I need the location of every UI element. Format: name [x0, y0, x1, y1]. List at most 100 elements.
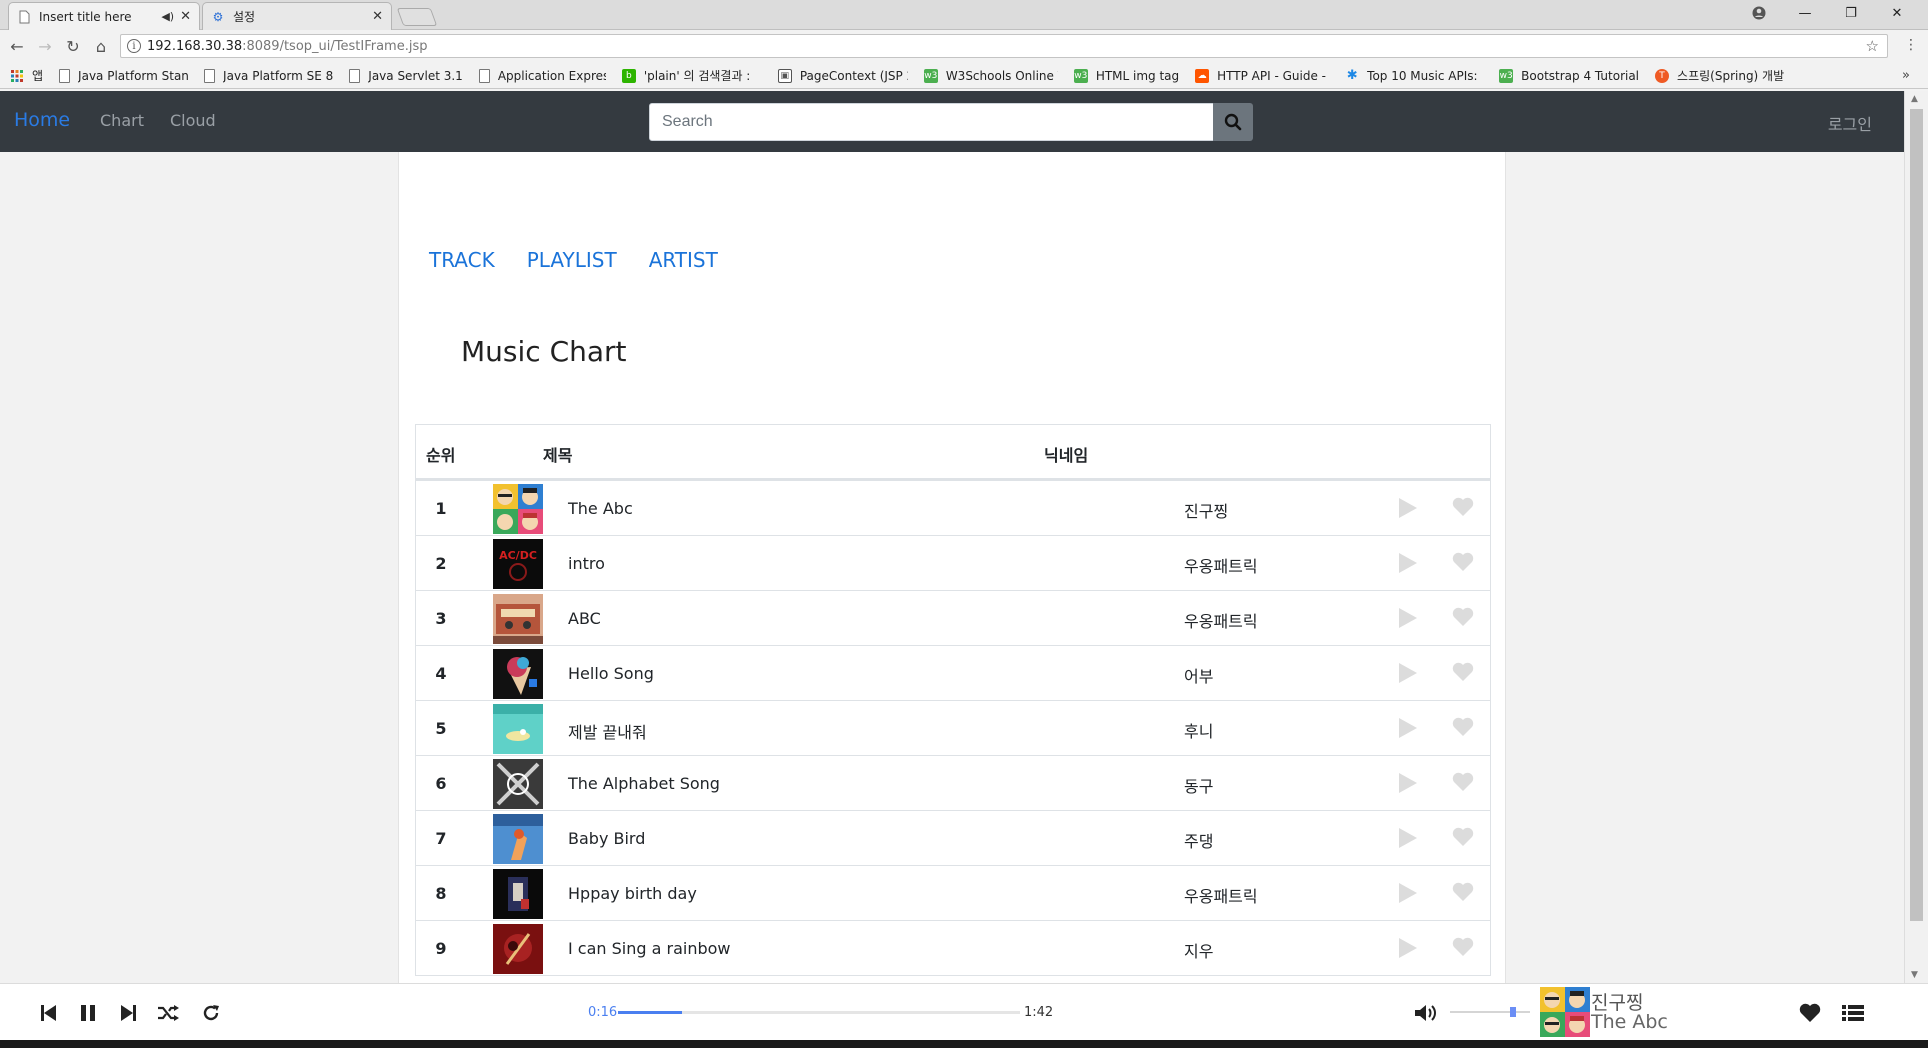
- profile-icon[interactable]: [1736, 0, 1782, 26]
- progress-bar[interactable]: [618, 1011, 1020, 1014]
- page-scrollbar[interactable]: ▲ ▼: [1904, 91, 1928, 983]
- heart-icon[interactable]: [1452, 937, 1474, 961]
- previous-track-button[interactable]: [36, 1000, 62, 1026]
- back-arrow-icon[interactable]: ←: [6, 35, 28, 57]
- track-nickname[interactable]: 우옹패트릭: [1184, 883, 1258, 907]
- track-title[interactable]: intro: [568, 554, 605, 573]
- reload-icon[interactable]: ↻: [62, 35, 84, 57]
- forward-arrow-icon[interactable]: →: [34, 35, 56, 57]
- album-cover-image[interactable]: [493, 704, 543, 754]
- nav-cloud-link[interactable]: Cloud: [170, 111, 216, 130]
- volume-knob[interactable]: [1510, 1007, 1516, 1017]
- play-icon[interactable]: [1399, 828, 1417, 848]
- bookmark-item[interactable]: w3 Bootstrap 4 Tutorial: [1499, 68, 1639, 83]
- album-cover-image[interactable]: [493, 594, 543, 644]
- address-bar[interactable]: i 192.168.30.38:8089/tsop_ui/TestIFrame.…: [120, 34, 1888, 58]
- track-title[interactable]: Hppay birth day: [568, 884, 697, 903]
- nav-chart-link[interactable]: Chart: [100, 111, 144, 130]
- track-title[interactable]: Baby Bird: [568, 829, 645, 848]
- window-close-icon[interactable]: ✕: [1874, 0, 1920, 26]
- playlist-button[interactable]: [1840, 1000, 1866, 1026]
- tab-track[interactable]: TRACK: [429, 248, 495, 272]
- album-cover-image[interactable]: [493, 649, 543, 699]
- table-row[interactable]: 2 AC/DC intro 우옹패트릭: [416, 535, 1490, 590]
- volume-slider[interactable]: [1450, 1007, 1530, 1017]
- play-icon[interactable]: [1399, 718, 1417, 738]
- repeat-button[interactable]: [198, 1000, 224, 1026]
- heart-icon[interactable]: [1452, 827, 1474, 851]
- bookmark-item[interactable]: Java Platform Stand: [59, 68, 188, 83]
- play-icon[interactable]: [1399, 663, 1417, 683]
- play-icon[interactable]: [1399, 608, 1417, 628]
- track-title[interactable]: I can Sing a rainbow: [568, 939, 731, 958]
- scroll-down-icon[interactable]: ▼: [1911, 970, 1918, 980]
- tab-artist[interactable]: ARTIST: [649, 248, 718, 272]
- track-title[interactable]: 제발 끝내줘: [568, 719, 647, 743]
- bookmark-star-icon[interactable]: ☆: [1866, 37, 1879, 55]
- heart-icon[interactable]: [1452, 607, 1474, 631]
- track-nickname[interactable]: 진구찡: [1184, 498, 1228, 522]
- now-playing-cover[interactable]: [1540, 987, 1590, 1037]
- restore-icon[interactable]: ❐: [1828, 0, 1874, 26]
- track-title[interactable]: The Abc: [568, 499, 633, 518]
- bookmark-item[interactable]: ☁ HTTP API - Guide -: [1195, 68, 1329, 83]
- track-nickname[interactable]: 우옹패트릭: [1184, 553, 1258, 577]
- table-row[interactable]: 8 Hppay birth day 우옹패트릭: [416, 865, 1490, 920]
- browser-menu-icon[interactable]: ⋮: [1904, 37, 1918, 53]
- track-nickname[interactable]: 후니: [1184, 718, 1213, 742]
- next-track-button[interactable]: [115, 1000, 141, 1026]
- table-row[interactable]: 5 제발 끝내줘 후니: [416, 700, 1490, 755]
- search-button[interactable]: [1213, 103, 1253, 141]
- bookmark-item[interactable]: Application Express: [478, 68, 606, 83]
- pause-button[interactable]: [75, 1000, 101, 1026]
- browser-tab-settings[interactable]: ⚙ 설정 ✕: [202, 2, 392, 30]
- minimize-icon[interactable]: —: [1782, 0, 1828, 26]
- close-icon[interactable]: ✕: [372, 9, 383, 24]
- browser-tab-active[interactable]: Insert title here ◀) ✕: [8, 2, 200, 30]
- album-cover-image[interactable]: [493, 869, 543, 919]
- audio-playing-icon[interactable]: ◀): [161, 10, 174, 23]
- album-cover-image[interactable]: AC/DC: [493, 539, 543, 589]
- play-icon[interactable]: [1399, 773, 1417, 793]
- close-icon[interactable]: ✕: [180, 9, 191, 24]
- heart-icon[interactable]: [1452, 772, 1474, 796]
- track-nickname[interactable]: 어부: [1184, 663, 1213, 687]
- bookmark-apps[interactable]: 앱: [10, 67, 43, 84]
- like-button[interactable]: [1797, 1000, 1823, 1026]
- track-nickname[interactable]: 주댕: [1184, 828, 1213, 852]
- bookmark-item[interactable]: Java Servlet 3.1: [349, 68, 463, 83]
- table-row[interactable]: 6 The Alphabet Song 동구: [416, 755, 1490, 810]
- bookmark-item[interactable]: T 스프링(Spring) 개발: [1655, 67, 1784, 84]
- table-row[interactable]: 9 I can Sing a rainbow 지우: [416, 920, 1490, 975]
- shuffle-button[interactable]: [155, 1000, 181, 1026]
- info-icon[interactable]: i: [127, 39, 141, 53]
- login-link[interactable]: 로그인: [1828, 111, 1872, 135]
- play-icon[interactable]: [1399, 883, 1417, 903]
- heart-icon[interactable]: [1452, 717, 1474, 741]
- track-nickname[interactable]: 지우: [1184, 938, 1213, 962]
- scrollbar-thumb[interactable]: [1910, 109, 1923, 921]
- album-cover-image[interactable]: [493, 759, 543, 809]
- track-title[interactable]: ABC: [568, 609, 601, 628]
- heart-icon[interactable]: [1452, 882, 1474, 906]
- volume-button[interactable]: [1413, 1000, 1439, 1026]
- table-row[interactable]: 1 The Abc 진구찡: [416, 480, 1490, 535]
- play-icon[interactable]: [1399, 498, 1417, 518]
- bookmark-item[interactable]: b 'plain' 의 검색결과 :: [621, 67, 762, 84]
- album-cover-image[interactable]: [493, 484, 543, 534]
- nav-home-link[interactable]: Home: [14, 109, 70, 131]
- track-nickname[interactable]: 우옹패트릭: [1184, 608, 1258, 632]
- heart-icon[interactable]: [1452, 497, 1474, 521]
- tab-playlist[interactable]: PLAYLIST: [527, 248, 617, 272]
- table-row[interactable]: 7 Baby Bird 주댕: [416, 810, 1490, 865]
- bookmark-item[interactable]: ▣ PageContext (JSP 2.: [777, 68, 908, 83]
- play-icon[interactable]: [1399, 938, 1417, 958]
- album-cover-image[interactable]: [493, 814, 543, 864]
- bookmark-item[interactable]: Java Platform SE 8: [204, 68, 333, 83]
- bookmark-item[interactable]: w3 HTML img tag: [1073, 68, 1179, 83]
- new-tab-button[interactable]: [396, 8, 438, 26]
- album-cover-image[interactable]: [493, 924, 543, 974]
- bookmark-item[interactable]: ✱ Top 10 Music APIs:: [1345, 68, 1483, 83]
- play-icon[interactable]: [1399, 553, 1417, 573]
- track-title[interactable]: The Alphabet Song: [568, 774, 720, 793]
